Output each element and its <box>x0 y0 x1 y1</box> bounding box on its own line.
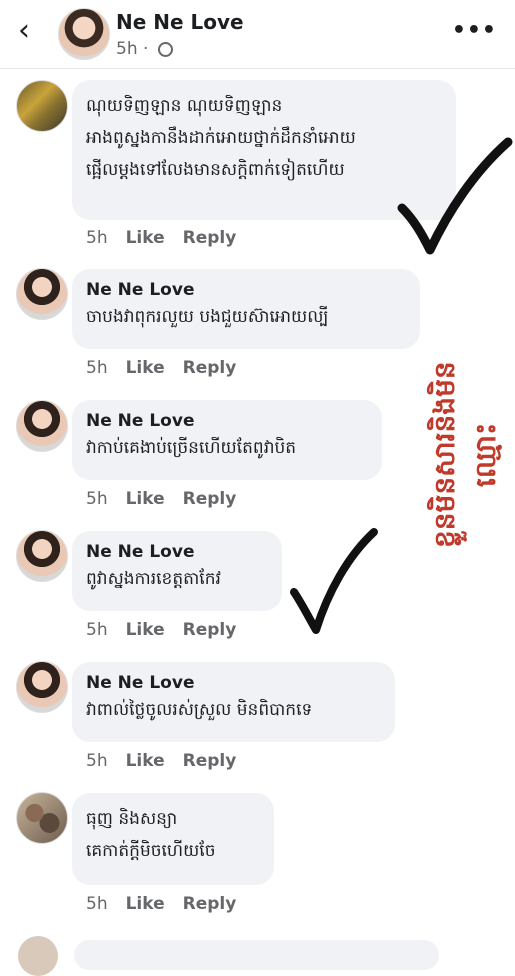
comment-bubble: ធុញ និងសន្យា គេកាត់ក្តីមិចហើយចែ <box>72 793 274 885</box>
comment-bubble <box>74 940 439 970</box>
comment-actions: 5h Like Reply <box>86 228 236 248</box>
reply-button[interactable]: Reply <box>183 894 237 914</box>
like-button[interactable]: Like <box>126 620 165 640</box>
commenter-avatar[interactable] <box>16 661 68 713</box>
comment-actions: 5h Like Reply <box>86 751 236 771</box>
reply-button[interactable]: Reply <box>183 751 237 771</box>
profile-name[interactable]: Ne Ne Love <box>116 10 244 34</box>
commenter-name[interactable]: Ne Ne Love <box>86 541 268 563</box>
commenter-name[interactable]: Ne Ne Love <box>86 672 381 694</box>
handwritten-annotation: ខ្លួនមិនសារនិងមិនឈ្មោះ <box>428 361 502 549</box>
reply-button[interactable]: Reply <box>183 228 237 248</box>
post-header: ‹ Ne Ne Love 5h · ••• <box>0 0 515 69</box>
post-time[interactable]: 5h <box>116 39 138 59</box>
comment-text: ចាបងវាពុករលួយ បងជួយស៊ាអោយល្បី <box>86 307 329 327</box>
comment-actions: 5h Like Reply <box>86 894 236 914</box>
comment-time[interactable]: 5h <box>86 751 108 771</box>
commenter-name[interactable]: Ne Ne Love <box>86 279 406 301</box>
comment-time[interactable]: 5h <box>86 620 108 640</box>
commenter-avatar[interactable] <box>16 792 68 844</box>
globe-icon <box>157 42 173 57</box>
like-button[interactable]: Like <box>126 228 165 248</box>
chevron-left-icon[interactable]: ‹ <box>18 16 30 46</box>
checkmark-icon <box>290 528 378 634</box>
comment-bubble: Ne Ne Love វាកាប់គេងាប់ច្រើនហើយតែពូវាបិត <box>72 400 382 480</box>
like-button[interactable]: Like <box>126 894 165 914</box>
comment-time[interactable]: 5h <box>86 358 108 378</box>
comment-bubble: Ne Ne Love វាពាល់ថ្លៃចូលរស់ស្រួល មិនពិបា… <box>72 662 395 742</box>
comment-time[interactable]: 5h <box>86 489 108 509</box>
comment-bubble: Ne Ne Love ចាបងវាពុករលួយ បងជួយស៊ាអោយល្បី <box>72 269 420 349</box>
comment-time[interactable]: 5h <box>86 894 108 914</box>
reply-button[interactable]: Reply <box>183 620 237 640</box>
commenter-avatar[interactable] <box>16 268 68 320</box>
commenter-avatar[interactable] <box>16 400 68 452</box>
comment-text: ណុយទិញឡាន ណុយទិញឡាន អាងពូស្នងកានឹងដាក់អោ… <box>86 96 356 180</box>
post-meta: 5h · <box>116 39 173 59</box>
comment-text: ពូវាស្នងការខេត្តតាកែវ <box>86 569 221 589</box>
reply-button[interactable]: Reply <box>183 489 237 509</box>
more-dots-icon[interactable]: ••• <box>452 18 497 43</box>
comment-actions: 5h Like Reply <box>86 489 236 509</box>
comment-bubble: Ne Ne Love ពូវាស្នងការខេត្តតាកែវ <box>72 531 282 611</box>
comment-text: វាកាប់គេងាប់ច្រើនហើយតែពូវាបិត <box>86 438 297 458</box>
comment-text: ធុញ និងសន្យា គេកាត់ក្តីមិចហើយចែ <box>86 809 216 861</box>
checkmark-icon <box>397 137 513 255</box>
meta-separator: · <box>143 39 149 59</box>
comment-text: វាពាល់ថ្លៃចូលរស់ស្រួល មិនពិបាកទេ <box>86 700 313 720</box>
profile-avatar[interactable] <box>58 8 110 60</box>
reply-button[interactable]: Reply <box>183 358 237 378</box>
commenter-avatar[interactable] <box>18 936 58 976</box>
like-button[interactable]: Like <box>126 489 165 509</box>
commenter-name[interactable]: Ne Ne Love <box>86 410 368 432</box>
commenter-avatar[interactable] <box>16 530 68 582</box>
like-button[interactable]: Like <box>126 358 165 378</box>
comment-time[interactable]: 5h <box>86 228 108 248</box>
comment-actions: 5h Like Reply <box>86 620 236 640</box>
comment-actions: 5h Like Reply <box>86 358 236 378</box>
like-button[interactable]: Like <box>126 751 165 771</box>
commenter-avatar[interactable] <box>16 80 68 132</box>
